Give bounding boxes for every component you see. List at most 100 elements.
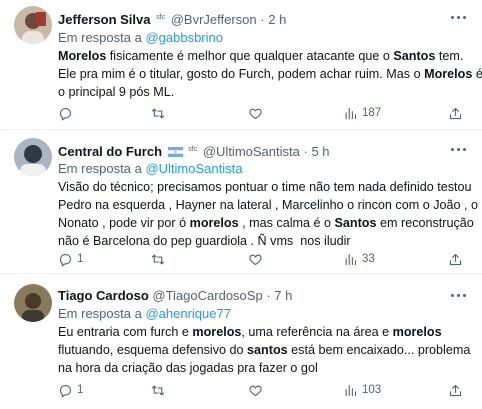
retweet-icon [151, 385, 165, 395]
reply-button[interactable] [58, 104, 77, 122]
share-button[interactable] [448, 250, 463, 268]
highlighted-term: Morelos [58, 49, 107, 63]
text-run: Nonato , pode vir por ó [58, 216, 190, 230]
author-handle[interactable]: @UltimoSantista [203, 144, 300, 159]
like-button[interactable] [248, 104, 267, 122]
author-name[interactable]: Central do Furch [58, 144, 162, 159]
reply-to-link[interactable]: @UltimoSantista [145, 161, 242, 176]
more-icon[interactable] [450, 144, 468, 154]
text-run: tem. [435, 49, 464, 63]
views-button[interactable]: 187 [343, 104, 381, 122]
highlighted-term: Morelos [424, 67, 473, 81]
tweet-text-line: Eu entraria com furch e morelos, uma ref… [58, 323, 474, 341]
avatar[interactable] [14, 284, 52, 322]
like-button[interactable] [248, 381, 267, 399]
highlighted-term: morelos [192, 325, 242, 339]
views-count: 103 [362, 384, 382, 396]
avatar[interactable] [14, 138, 52, 176]
reply-icon [59, 384, 72, 398]
separator-dot: · [266, 288, 271, 303]
tweet-text: Morelos fisicamente é melhor que qualque… [58, 47, 482, 101]
text-run: Pedro na esquerda , Hayner na lateral , … [58, 198, 479, 212]
views-icon [345, 253, 357, 265]
separator-dot: · [303, 144, 308, 159]
like-icon [249, 385, 262, 396]
text-run: Ele pra mim é o titular, gosto do Furch,… [58, 67, 425, 81]
views-count: 33 [362, 253, 375, 265]
tweet[interactable]: Jefferson Silva sfc @BvrJefferson · 2 h … [0, 0, 482, 129]
retweet-icon [151, 254, 165, 264]
timestamp[interactable]: 2 h [268, 12, 286, 27]
retweet-button[interactable] [150, 381, 170, 399]
text-run: na hora da criação das jogadas pra fazer… [58, 361, 318, 375]
author-handle[interactable]: @BvrJefferson [171, 12, 257, 27]
views-button[interactable]: 33 [343, 250, 375, 268]
share-button[interactable] [448, 104, 463, 122]
text-run: , mas calma é o [238, 216, 335, 230]
views-icon [345, 107, 357, 119]
share-icon [449, 107, 462, 119]
text-run: flutuando, esquema defensivo do [58, 343, 248, 357]
tweet-text-line: Morelos fisicamente é melhor que qualque… [58, 47, 474, 65]
like-button[interactable] [248, 250, 267, 268]
club-badge: sfc [188, 146, 198, 153]
tweet-actions: 1 33 [58, 250, 468, 268]
reply-count: 1 [77, 384, 84, 396]
reply-to-link[interactable]: @ahenrique77 [145, 306, 230, 321]
tweet-actions: 1 103 [58, 381, 468, 399]
tweet-text-line: flutuando, esquema defensivo do santos e… [58, 341, 474, 359]
text-run: em reconstrução [376, 216, 474, 230]
highlighted-term: Santos [334, 216, 377, 230]
argentina-flag-icon [167, 147, 183, 157]
tweet[interactable]: Central do Furch sfc @UltimoSantista · 5… [0, 130, 482, 273]
share-icon [449, 384, 462, 396]
tweet-text-line: Pedro na esquerda , Hayner na lateral , … [58, 196, 478, 214]
reply-count: 1 [77, 253, 84, 265]
timestamp[interactable]: 7 h [274, 288, 292, 303]
text-run: o principal 9 pós ML. [58, 85, 175, 99]
reply-label: Em resposta a [58, 306, 142, 321]
views-icon [345, 384, 357, 396]
share-icon [449, 253, 462, 265]
share-button[interactable] [448, 381, 463, 399]
reply-to-link[interactable]: @gabbsbrino [145, 30, 223, 45]
tweet-text-line: Nonato , pode vir por ó morelos , mas ca… [58, 214, 474, 232]
retweet-button[interactable] [150, 104, 170, 122]
reply-button[interactable]: 1 [58, 250, 83, 268]
tweet[interactable]: Tiago Cardoso @TiagoCardosoSp · 7 h Em r… [0, 274, 482, 409]
retweet-button[interactable] [150, 250, 170, 268]
highlighted-term: santos [247, 343, 288, 357]
like-icon [249, 108, 262, 119]
tweet-text-line: o principal 9 pós ML. [58, 83, 474, 101]
like-icon [249, 254, 262, 265]
avatar[interactable] [14, 6, 52, 44]
reply-label: Em resposta a [58, 30, 142, 45]
text-run: é [472, 67, 482, 81]
text-run: , uma referência na área e [241, 325, 393, 339]
tweet-text: Eu entraria com furch e morelos, uma ref… [58, 323, 474, 377]
more-icon[interactable] [450, 12, 468, 22]
text-run: está bem encaixado... problema [287, 343, 471, 357]
tweet-text: Visão do técnico; precisamos pontuar o t… [58, 178, 478, 250]
timestamp[interactable]: 5 h [311, 144, 329, 159]
tweet-text-line: não é Barcelona do pep guardiola . Ñ vms… [58, 232, 474, 250]
author-handle[interactable]: @TiagoCardosoSp [152, 288, 262, 303]
text-run: Visão do técnico; precisamos pontuar o t… [58, 180, 472, 194]
reply-icon [59, 253, 72, 267]
tweet-actions: 187 [58, 104, 468, 122]
highlighted-term: morelos [392, 325, 442, 339]
tweet-text-line: na hora da criação das jogadas pra fazer… [58, 359, 474, 377]
club-badge: sfc [156, 14, 166, 21]
more-icon[interactable] [450, 290, 468, 300]
views-button[interactable]: 103 [343, 381, 381, 399]
tweet-text-line: Visão do técnico; precisamos pontuar o t… [58, 178, 474, 196]
text-run: fisicamente é melhor que qualquer atacan… [106, 49, 394, 63]
author-name[interactable]: Tiago Cardoso [58, 288, 149, 303]
reply-icon [59, 107, 72, 121]
highlighted-term: Santos [393, 49, 436, 63]
highlighted-term: morelos [189, 216, 239, 230]
reply-label: Em resposta a [58, 161, 142, 176]
reply-button[interactable]: 1 [58, 381, 83, 399]
separator-dot: · [260, 12, 265, 27]
author-name[interactable]: Jefferson Silva [58, 12, 151, 27]
